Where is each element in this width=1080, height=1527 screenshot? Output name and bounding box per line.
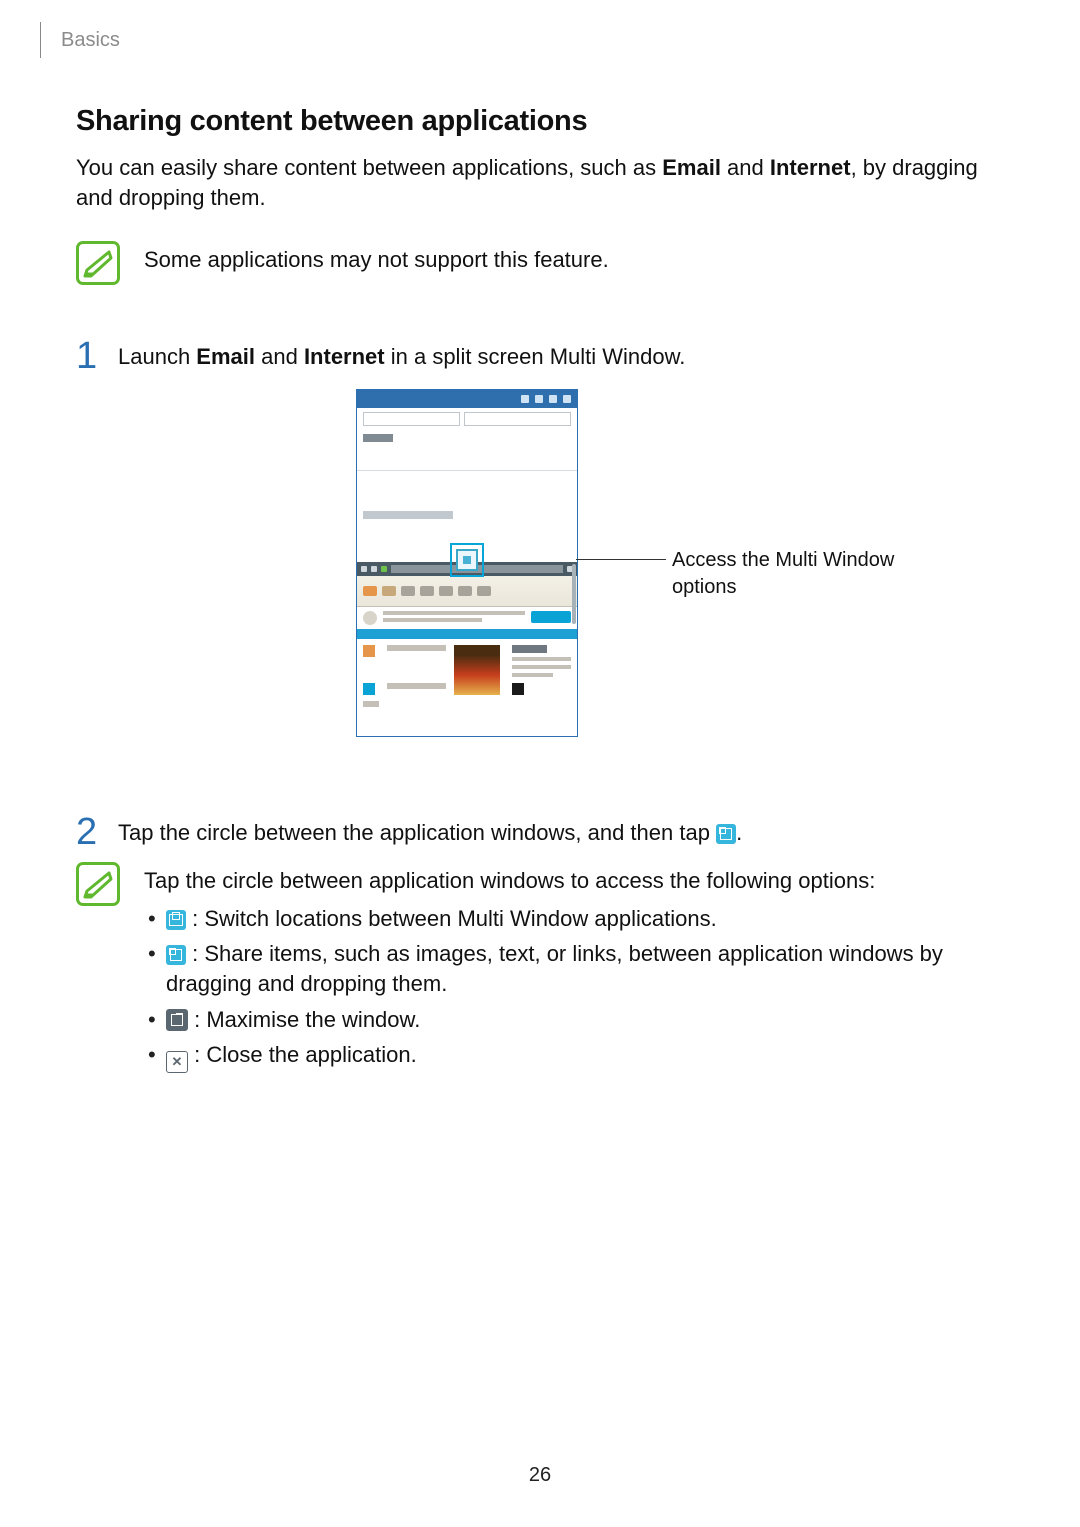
news-list — [357, 639, 577, 713]
breadcrumb: Basics — [40, 22, 120, 58]
share-icon — [166, 945, 186, 965]
internet-app-pane — [357, 562, 577, 736]
figure: Access the Multi Window options — [76, 389, 1004, 769]
note-icon — [76, 862, 120, 906]
bullet-icon — [363, 683, 375, 695]
option-share: : Share items, such as images, text, or … — [144, 939, 1004, 998]
callout-label: Access the Multi Window options — [672, 547, 932, 601]
bookmark-strip — [357, 576, 577, 607]
step-number: 2 — [76, 813, 104, 851]
page-title: Sharing content between applications — [76, 102, 1004, 141]
share-icon — [716, 824, 736, 844]
search-field — [464, 412, 571, 426]
step-1: 1 Launch Email and Internet in a split s… — [76, 333, 1004, 372]
list-text — [387, 683, 446, 689]
text: Tap the circle between the application w… — [118, 820, 716, 845]
toolbar-icon — [521, 395, 529, 403]
list-text — [363, 701, 379, 707]
option-text: : Maximise the window. — [188, 1007, 420, 1032]
intro-text: and — [721, 155, 770, 180]
bullet-icon — [512, 683, 524, 695]
article-photo — [454, 645, 500, 695]
email-search-row — [357, 408, 577, 430]
thumb — [401, 586, 415, 596]
thumb — [363, 586, 377, 596]
intro-paragraph: You can easily share content between app… — [76, 153, 1004, 212]
device-screenshot — [356, 389, 578, 737]
email-app-pane — [357, 390, 577, 562]
scrollbar — [572, 564, 576, 624]
thumb — [420, 586, 434, 596]
hero-row — [357, 607, 577, 625]
close-icon — [166, 1051, 188, 1073]
intro-bold-email: Email — [662, 155, 721, 180]
intro-text: You can easily share content between app… — [76, 155, 662, 180]
nav-back-icon — [361, 566, 367, 572]
site-logo — [363, 611, 377, 625]
multiwindow-handle-icon — [456, 549, 478, 571]
option-switch: : Switch locations between Multi Window … — [144, 904, 1004, 934]
text: Launch — [118, 344, 196, 369]
option-text: : Close the application. — [188, 1042, 417, 1067]
note-text: Some applications may not support this f… — [144, 241, 1004, 275]
intro-bold-internet: Internet — [770, 155, 851, 180]
switch-windows-icon — [166, 910, 186, 930]
inbox-label — [363, 434, 393, 442]
toolbar-icon — [549, 395, 557, 403]
date-bar — [357, 629, 577, 639]
thumb — [439, 586, 453, 596]
callout-line — [576, 559, 666, 560]
bold-email: Email — [196, 344, 255, 369]
step-number: 1 — [76, 337, 104, 375]
empty-text — [363, 511, 453, 519]
step-2-text: Tap the circle between the application w… — [118, 818, 1004, 848]
note-icon — [76, 241, 120, 285]
toolbar-icon — [563, 395, 571, 403]
note2-lead: Tap the circle between application windo… — [144, 866, 1004, 896]
step-2: 2 Tap the circle between the application… — [76, 809, 1004, 848]
article-text — [512, 645, 571, 677]
text: in a split screen Multi Window. — [385, 344, 686, 369]
nav-fwd-icon — [371, 566, 377, 572]
maximise-icon — [166, 1009, 188, 1031]
hero-text — [383, 611, 525, 625]
page-number: 26 — [0, 1462, 1080, 1489]
option-text: : Switch locations between Multi Window … — [186, 906, 717, 931]
thumb — [382, 586, 396, 596]
divider — [357, 470, 577, 471]
text: and — [255, 344, 304, 369]
list-text — [387, 645, 446, 651]
header-rule — [40, 22, 47, 58]
refresh-icon — [381, 566, 387, 572]
thumb — [477, 586, 491, 596]
text: . — [736, 820, 742, 845]
cta-button — [531, 611, 571, 623]
toolbar-icon — [535, 395, 543, 403]
bullet-icon — [363, 645, 375, 657]
options-list: : Switch locations between Multi Window … — [144, 904, 1004, 1074]
section-label: Basics — [61, 27, 120, 54]
option-text: : Share items, such as images, text, or … — [166, 941, 943, 996]
email-title-bar — [357, 390, 577, 408]
bold-internet: Internet — [304, 344, 385, 369]
thumb — [458, 586, 472, 596]
search-field — [363, 412, 460, 426]
option-maximise: : Maximise the window. — [144, 1005, 1004, 1035]
option-close: : Close the application. — [144, 1040, 1004, 1073]
step-1-text: Launch Email and Internet in a split scr… — [118, 342, 1004, 372]
